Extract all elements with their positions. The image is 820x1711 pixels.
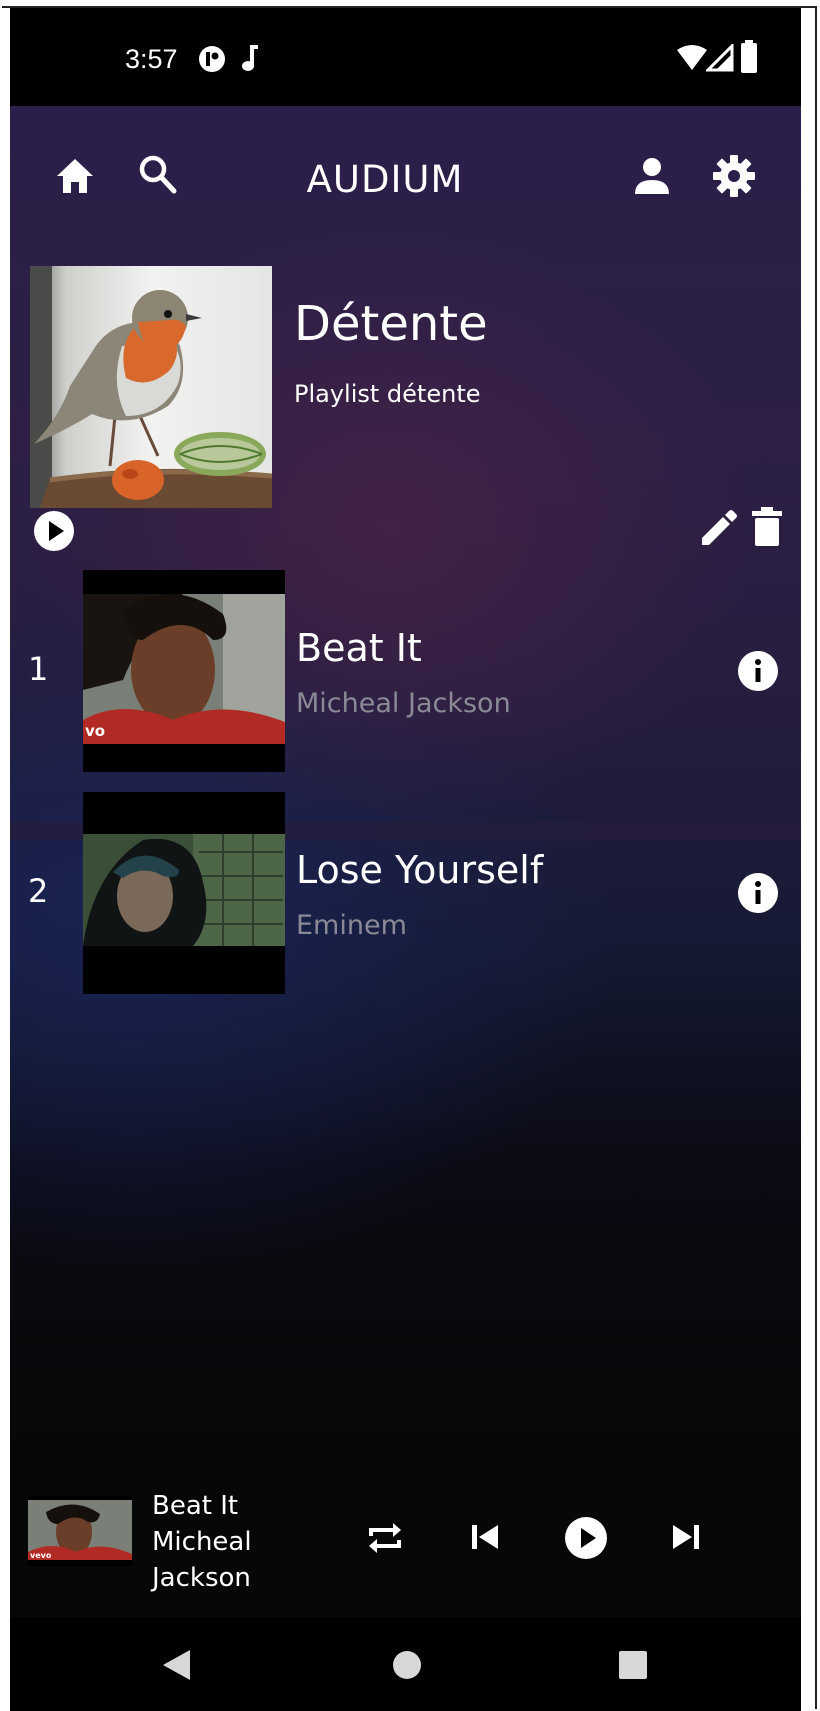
play-circle-icon[interactable]	[33, 510, 75, 552]
skip-previous-icon[interactable]	[470, 1522, 500, 1552]
system-navigation-bar	[10, 1618, 801, 1711]
back-triangle-icon[interactable]	[160, 1648, 192, 1682]
home-circle-icon[interactable]	[391, 1649, 423, 1681]
play-circle-icon[interactable]	[564, 1516, 608, 1560]
playlist-cover-image	[30, 266, 273, 508]
mini-player-artist: Micheal Jackson	[152, 1527, 252, 1593]
phone-screen: 3:57 AUDIUM Détente Playlist détente 1 v…	[10, 8, 801, 1711]
vevo-badge: vo	[85, 722, 105, 740]
info-icon[interactable]	[737, 650, 779, 692]
track-title: Beat It	[296, 626, 422, 670]
music-note-icon	[242, 45, 258, 71]
status-bar: 3:57	[10, 8, 801, 106]
track-number: 2	[28, 872, 49, 910]
battery-icon	[741, 40, 757, 73]
cellular-signal-icon	[706, 44, 734, 72]
delete-trash-icon[interactable]	[750, 506, 784, 548]
repeat-icon[interactable]	[365, 1518, 405, 1558]
status-time: 3:57	[125, 44, 178, 74]
settings-icon[interactable]	[712, 154, 756, 198]
playlist-title: Détente	[294, 296, 488, 352]
track-row[interactable]: 2 Lose Yourself Eminem	[10, 792, 801, 994]
wifi-icon	[677, 45, 707, 70]
recents-square-icon[interactable]	[618, 1650, 648, 1680]
app-title: AUDIUM	[306, 158, 464, 201]
mini-player-title: Beat It	[152, 1491, 239, 1521]
screenshot-frame: 3:57 AUDIUM Détente Playlist détente 1 v…	[0, 0, 820, 1711]
track-title: Lose Yourself	[296, 848, 544, 892]
home-icon[interactable]	[54, 156, 96, 196]
track-row[interactable]: 1 vo Beat It Micheal Jackson	[10, 570, 801, 772]
mini-player-thumbnail: vevo	[28, 1496, 132, 1566]
playlist-description: Playlist détente	[294, 380, 481, 408]
info-icon[interactable]	[737, 872, 779, 914]
playlist-screen: AUDIUM Détente Playlist détente 1 vo Bea…	[10, 106, 801, 1466]
skip-next-icon[interactable]	[671, 1522, 701, 1552]
track-thumbnail: vo	[83, 570, 285, 772]
track-number: 1	[28, 650, 49, 688]
account-icon[interactable]	[633, 156, 671, 196]
search-icon[interactable]	[138, 154, 178, 196]
app-notification-icon	[199, 46, 225, 72]
edit-pencil-icon[interactable]	[698, 508, 738, 548]
vevo-badge: vevo	[30, 1551, 52, 1560]
track-thumbnail	[83, 792, 285, 994]
track-artist: Micheal Jackson	[296, 688, 511, 719]
mini-player[interactable]: vevo Beat It Micheal Jackson	[10, 1458, 801, 1618]
track-artist: Eminem	[296, 910, 407, 941]
